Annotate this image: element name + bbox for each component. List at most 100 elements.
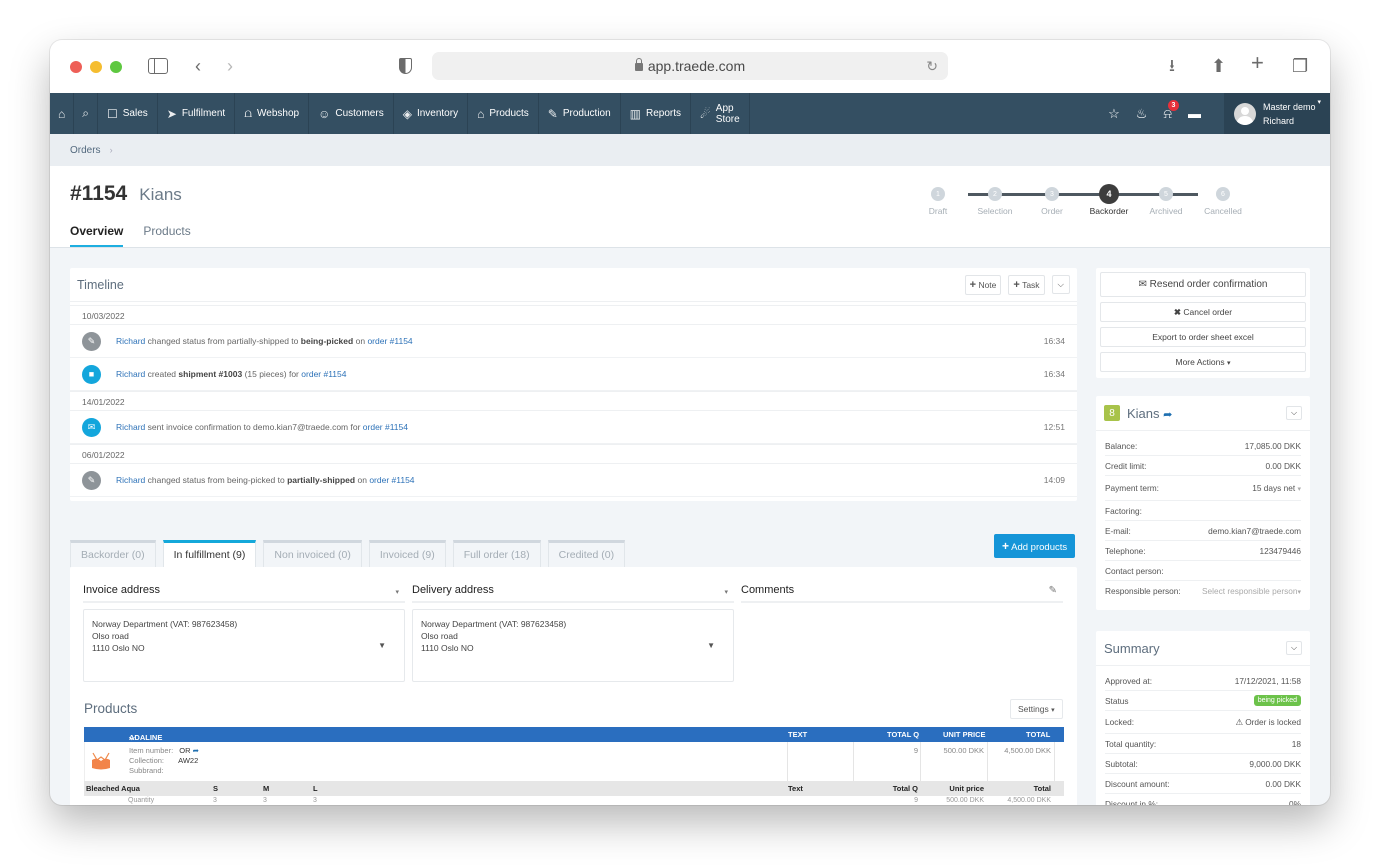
customer-collapse-button[interactable]: ⌵	[1286, 406, 1302, 420]
nav-app-store[interactable]: ☄ App Store	[691, 93, 750, 134]
timeline-collapse-button[interactable]: ⌵	[1051, 275, 1070, 294]
share-arrow-icon[interactable]: ➦	[1163, 409, 1172, 421]
user-link[interactable]: Richard	[116, 422, 145, 432]
close-window-button[interactable]	[70, 60, 82, 73]
more-actions-button[interactable]: More Actions ▾	[1100, 352, 1306, 372]
timeline-date: 10/03/2022	[70, 305, 1077, 325]
nav-inventory[interactable]: ◈ Inventory	[394, 93, 469, 134]
order-link[interactable]: order #1154	[301, 369, 346, 379]
products-table: ⌵ ADALINE TEXT TOTAL Q UNIT PRICE TOTAL …	[84, 727, 1064, 805]
caret-down-icon: ▾	[1297, 486, 1301, 493]
step-selection[interactable]: 2 Selection	[965, 187, 1025, 216]
caret-down-icon[interactable]: ▾	[395, 588, 399, 596]
bell-icon[interactable]: ⍾ 3	[1163, 99, 1179, 122]
privacy-shield-icon[interactable]	[399, 58, 412, 74]
forward-icon[interactable]: ›	[227, 54, 233, 78]
timeline-date: 14/01/2022	[70, 391, 1077, 411]
user-link[interactable]: Richard	[116, 336, 145, 346]
tab-non-invoiced[interactable]: Non invoiced (0)	[263, 540, 362, 567]
add-products-button[interactable]: + Add products	[994, 534, 1076, 558]
tab-backorder[interactable]: Backorder (0)	[70, 540, 156, 567]
envelope-icon: ✉	[82, 417, 101, 437]
step-order[interactable]: 3 Order	[1022, 187, 1082, 216]
step-archived[interactable]: 5 Archived	[1136, 187, 1196, 216]
nav-production[interactable]: ✎ Production	[539, 93, 621, 134]
share-icon[interactable]: ⬆	[1211, 54, 1226, 78]
order-link[interactable]: order #1154	[367, 336, 412, 346]
user-link[interactable]: Richard	[116, 475, 145, 485]
fire-icon[interactable]: ♨	[1136, 106, 1148, 122]
button-label: More Actions	[1175, 357, 1225, 367]
step-draft[interactable]: 1 Draft	[908, 187, 968, 216]
shipment-link[interactable]: shipment #1003	[178, 369, 242, 379]
tab-credited[interactable]: Credited (0)	[547, 540, 626, 567]
nav-products[interactable]: ⌂ Products	[468, 93, 539, 134]
reload-icon[interactable]: ↻	[926, 58, 938, 75]
sidebar-toggle-icon[interactable]	[148, 58, 168, 74]
variant-unit-price[interactable]: 500.00 DKK	[946, 797, 984, 804]
caret-down-icon[interactable]: ▾	[724, 588, 728, 596]
field-label: Approved at:	[1105, 675, 1153, 686]
customer-name-link[interactable]: Kians	[1127, 406, 1160, 421]
customer-balance-row: Balance: 17,085.00 DKK	[1105, 436, 1301, 456]
user-menu[interactable]: Master demo ▾ Richard	[1224, 93, 1330, 134]
field-value: 123479446	[1259, 545, 1301, 556]
order-link[interactable]: order #1154	[369, 475, 414, 485]
size-header: S	[213, 784, 219, 793]
tab-in-fulfillment[interactable]: In fulfillment (9)	[162, 540, 257, 567]
add-note-button[interactable]: + Note	[964, 274, 1002, 295]
download-icon[interactable]: ⭳	[1169, 54, 1175, 78]
tab-products[interactable]: Products	[143, 224, 190, 247]
user-link[interactable]: Richard	[116, 369, 145, 379]
back-icon[interactable]: ‹	[195, 54, 201, 78]
responsible-person-select[interactable]: Select responsible person▾	[1202, 586, 1301, 596]
step-cancelled[interactable]: 6 Cancelled	[1193, 187, 1253, 216]
step-number: 5	[1159, 187, 1173, 201]
field-label: Balance:	[1105, 440, 1138, 451]
nav-fulfilment[interactable]: ➤ Fulfilment	[158, 93, 236, 134]
address-bar[interactable]: app.traede.com ↻	[432, 52, 948, 80]
button-label: Settings	[1018, 704, 1049, 714]
entry-text: changed status from being-picked to	[147, 475, 285, 485]
timeline-date: 06/01/2022	[70, 444, 1077, 464]
field-label: Contact person:	[1105, 565, 1164, 576]
order-link[interactable]: order #1154	[363, 422, 408, 432]
nav-reports[interactable]: ▥ Reports	[621, 93, 692, 134]
home-button[interactable]: ⌂	[50, 93, 75, 134]
share-arrow-icon[interactable]: ➦	[193, 746, 199, 755]
tab-overview[interactable]: Overview	[70, 224, 124, 247]
export-excel-button[interactable]: Export to order sheet excel	[1100, 327, 1306, 347]
tab-invoiced[interactable]: Invoiced (9)	[368, 540, 446, 567]
payment-term-select[interactable]: 15 days net ▾	[1252, 483, 1301, 493]
field-label: Collection:	[129, 756, 165, 765]
nav-webshop[interactable]: ⩍ Webshop	[235, 93, 310, 134]
star-icon[interactable]: ☆	[1108, 106, 1120, 122]
tabs-overview-icon[interactable]: ❐	[1292, 54, 1308, 78]
step-number: 4	[1099, 184, 1119, 204]
add-task-button[interactable]: + Task	[1008, 274, 1045, 295]
product-image[interactable]	[90, 751, 112, 771]
cancel-order-button[interactable]: ✖ Cancel order	[1100, 302, 1306, 322]
size-quantity[interactable]: 3	[313, 797, 317, 804]
step-backorder[interactable]: 4 Backorder	[1079, 184, 1139, 216]
edit-pencil-icon[interactable]: ✎	[1049, 585, 1057, 596]
settings-button[interactable]: Settings ▾	[1010, 699, 1063, 719]
search-button[interactable]: ⌕	[74, 93, 98, 134]
nav-customers[interactable]: ☺ Customers	[309, 93, 394, 134]
zoom-window-button[interactable]	[110, 60, 122, 73]
new-tab-icon[interactable]: +	[1251, 51, 1264, 75]
tab-full-order[interactable]: Full order (18)	[452, 540, 541, 567]
nav-sales[interactable]: ☐ Sales	[98, 93, 158, 134]
chat-icon[interactable]: ▬	[1188, 106, 1201, 121]
breadcrumb-orders[interactable]: Orders	[70, 145, 101, 156]
minimize-window-button[interactable]	[90, 60, 102, 73]
summary-collapse-button[interactable]: ⌵	[1286, 641, 1302, 655]
nav-label: Reports	[646, 108, 682, 119]
invoice-address-select[interactable]: Norway Department (VAT: 987623458) Olso …	[83, 609, 405, 682]
size-quantity[interactable]: 3	[213, 797, 217, 804]
customer-email-row: E-mail: demo.kian7@traede.com	[1105, 521, 1301, 541]
delivery-address-select[interactable]: Norway Department (VAT: 987623458) Olso …	[412, 609, 734, 682]
entry-highlight: being-picked	[300, 336, 354, 346]
resend-confirmation-button[interactable]: ✉ Resend order confirmation	[1100, 272, 1306, 297]
size-quantity[interactable]: 3	[263, 797, 267, 804]
